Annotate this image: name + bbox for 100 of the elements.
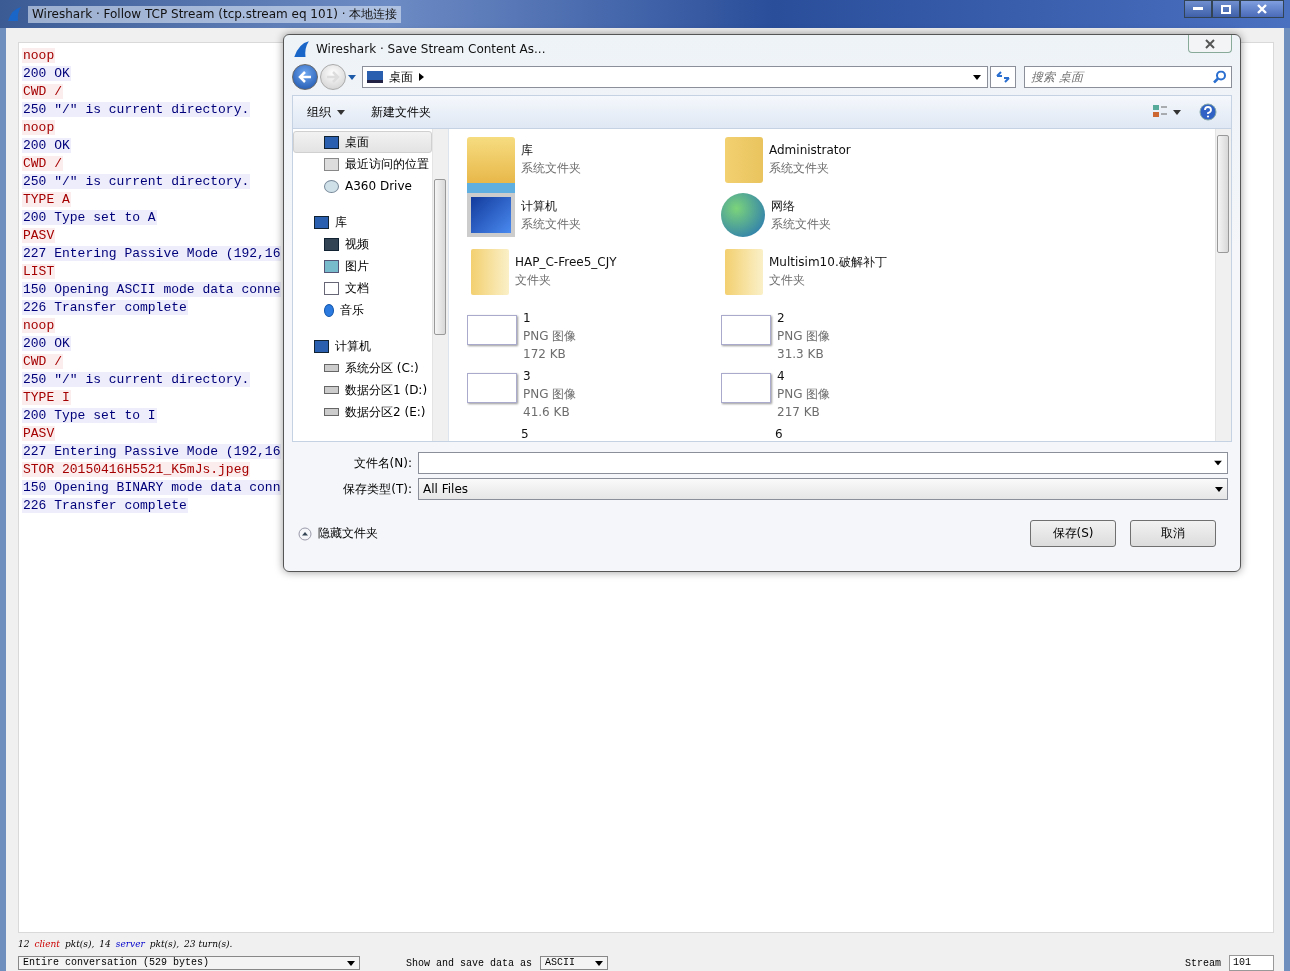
file-name: 2	[777, 310, 786, 327]
close-icon	[1204, 38, 1216, 49]
filename-label: 文件名(N):	[352, 454, 412, 472]
nav-item[interactable]: 视频	[293, 233, 432, 255]
image-thumbnail	[467, 373, 517, 403]
file-item[interactable]: HAP_C-Free5_CJY 文件夹	[467, 249, 721, 305]
summary-text: 23 turn(s).	[184, 939, 233, 949]
back-arrow-icon	[298, 71, 312, 83]
save-button[interactable]: 保存(S)	[1030, 520, 1116, 547]
file-name: 网络	[771, 198, 796, 215]
file-item[interactable]: 1 PNG 图像 172 KB	[467, 305, 721, 363]
drive-icon	[324, 408, 339, 416]
file-item[interactable]: 6	[721, 421, 975, 441]
nav-item[interactable]: 系统分区 (C:)	[293, 357, 432, 379]
file-name: 3	[523, 368, 532, 385]
minimize-icon	[1193, 7, 1203, 11]
caret-icon	[348, 74, 356, 80]
file-item[interactable]: 2 PNG 图像 31.3 KB	[721, 305, 975, 363]
view-options-icon[interactable]	[1153, 105, 1181, 119]
nav-item[interactable]: 库	[293, 211, 432, 233]
scrollbar[interactable]	[1215, 129, 1231, 441]
save-type-label: 保存类型(T):	[342, 480, 412, 498]
file-item[interactable]: 3 PNG 图像 41.6 KB	[467, 363, 721, 421]
hide-folders-toggle[interactable]: 隐藏文件夹	[292, 524, 384, 543]
conversation-dropdown[interactable]: Entire conversation (529 bytes)	[18, 956, 360, 970]
maximize-icon	[1221, 4, 1231, 14]
file-detail: 系统文件夹	[769, 160, 830, 177]
save-type-dropdown[interactable]: All Files	[418, 478, 1228, 500]
file-detail: PNG 图像	[777, 386, 831, 403]
video-icon	[324, 237, 339, 251]
forward-arrow-icon	[326, 71, 340, 83]
drive-icon	[324, 386, 339, 394]
file-name: 4	[777, 368, 786, 385]
nav-item[interactable]: 音乐	[293, 299, 432, 321]
nav-item[interactable]: 最近访问的位置	[293, 153, 432, 175]
nav-item[interactable]: 图片	[293, 255, 432, 277]
refresh-button[interactable]	[990, 66, 1016, 88]
nav-item[interactable]: 数据分区2 (E:)	[293, 401, 432, 423]
nav-item[interactable]: 桌面	[293, 131, 432, 153]
summary-text: server	[115, 939, 145, 949]
file-detail: 172 KB	[523, 346, 567, 363]
caret-icon	[419, 73, 424, 81]
help-icon[interactable]	[1199, 103, 1217, 121]
collapse-icon	[298, 526, 312, 541]
summary-text: client	[34, 939, 60, 949]
close-icon	[1257, 4, 1267, 14]
image-thumbnail	[721, 315, 771, 345]
caret-icon	[1215, 486, 1223, 492]
stream-spinbox[interactable]: 101	[1229, 955, 1274, 971]
file-name: 库	[521, 142, 534, 159]
file-item[interactable]: 库 系统文件夹	[467, 137, 721, 193]
shark-fin-icon	[292, 40, 310, 58]
scrollbar[interactable]	[432, 129, 448, 441]
file-detail: PNG 图像	[523, 386, 577, 403]
file-detail: 41.6 KB	[523, 404, 571, 421]
refresh-icon	[995, 70, 1011, 84]
organize-menu[interactable]: 组织	[303, 103, 349, 121]
file-item[interactable]: Administrator 系统文件夹	[721, 137, 975, 193]
document-icon	[324, 281, 339, 295]
file-item[interactable]: 4 PNG 图像 217 KB	[721, 363, 975, 421]
shark-fin-icon	[6, 6, 22, 22]
image-thumbnail	[467, 315, 517, 345]
address-bar[interactable]: 桌面	[362, 66, 988, 88]
filename-field[interactable]	[418, 452, 1228, 474]
close-button[interactable]	[1240, 0, 1284, 18]
file-detail: 系统文件夹	[771, 216, 831, 233]
cancel-button[interactable]: 取消	[1130, 520, 1216, 547]
folder-icon	[725, 249, 763, 295]
file-item[interactable]: 5	[467, 421, 721, 441]
summary-text: pkt(s),	[149, 939, 180, 949]
file-name: 5	[521, 426, 529, 441]
network-icon	[721, 193, 765, 237]
file-item[interactable]: 网络 系统文件夹	[721, 193, 975, 249]
caret-icon[interactable]	[1214, 460, 1222, 466]
summary-text: 14	[99, 939, 111, 949]
file-detail: 系统文件夹	[521, 216, 581, 233]
computer-icon	[314, 339, 329, 353]
show-data-label: Show and save data as	[406, 957, 533, 969]
computer-icon	[467, 193, 515, 237]
nav-item[interactable]: 数据分区1 (D:)	[293, 379, 432, 401]
close-button[interactable]	[1188, 35, 1232, 53]
summary-text: 12	[18, 939, 30, 949]
nav-item[interactable]: 计算机	[293, 335, 432, 357]
file-item[interactable]: 计算机 系统文件夹	[467, 193, 721, 249]
search-icon	[1213, 70, 1226, 84]
back-button[interactable]	[292, 64, 318, 90]
maximize-button[interactable]	[1212, 0, 1240, 18]
summary-text: pkt(s),	[65, 939, 95, 949]
new-folder-button[interactable]: 新建文件夹	[367, 103, 435, 121]
file-item[interactable]: Multisim10.破解补丁 文件夹	[721, 249, 975, 305]
nav-item[interactable]: 文档	[293, 277, 432, 299]
caret-icon	[973, 74, 981, 80]
window-title: Wireshark · Follow TCP Stream (tcp.stream eq 101) · 本地连接	[28, 5, 402, 23]
minimize-button[interactable]	[1184, 0, 1212, 18]
search-field[interactable]: 搜索 桌面	[1024, 66, 1232, 88]
caret-icon	[347, 960, 355, 966]
format-dropdown[interactable]: ASCII	[540, 956, 609, 970]
nav-item[interactable]: A360 Drive	[293, 175, 432, 197]
file-name: 1	[523, 310, 532, 327]
file-detail: PNG 图像	[523, 328, 577, 345]
